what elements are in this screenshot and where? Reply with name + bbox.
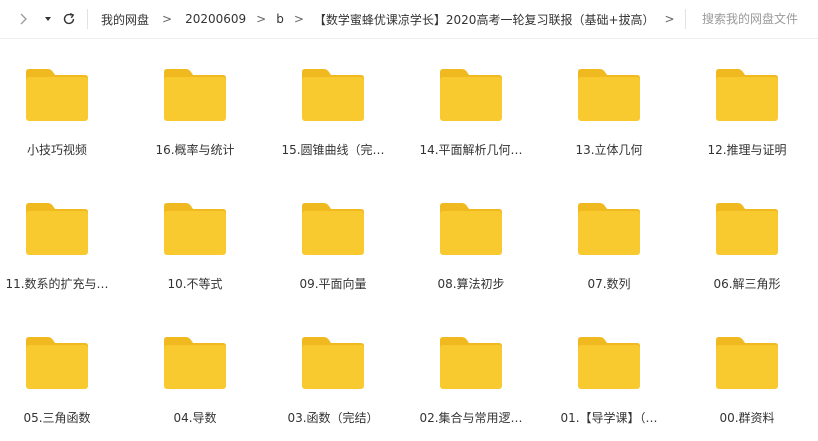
search-input[interactable] (696, 9, 817, 29)
folder-item[interactable]: 15.圆锥曲线（完… (264, 39, 402, 173)
folder-item[interactable]: 03.函数（完结） (264, 307, 402, 441)
folder-name: 03.函数（完结） (287, 411, 379, 425)
folder-name: 08.算法初步 (437, 277, 505, 291)
folder-name: 14.平面解析几何… (419, 143, 523, 157)
folder-icon (440, 69, 502, 121)
folder-name: 小技巧视频 (26, 143, 87, 157)
folder-icon (440, 337, 502, 389)
folder-icon (578, 203, 640, 255)
caret-down-icon (44, 16, 52, 22)
folder-item[interactable]: 10.不等式 (126, 173, 264, 307)
toolbar-divider (87, 9, 88, 29)
search-divider (685, 9, 686, 29)
toolbar: 我的网盘 > 20200609 > b > 【数学蜜蜂优课凉学长】2020高考一… (0, 0, 818, 39)
folder-grid: 小技巧视频 16.概率与统计 15.圆锥曲线（完… 14.平面解析几何… 13.立体几何… (0, 39, 806, 441)
breadcrumb-separator: > (293, 12, 304, 26)
folder-name: 02.集合与常用逻… (419, 411, 523, 425)
folder-icon (716, 69, 778, 121)
folder-item[interactable]: 00.群资料 (678, 307, 816, 441)
folder-item[interactable]: 16.概率与统计 (126, 39, 264, 173)
breadcrumb-separator: > (664, 12, 675, 26)
folder-name: 06.解三角形 (713, 277, 781, 291)
breadcrumb-item-b[interactable]: b (275, 12, 285, 26)
folder-item[interactable]: 12.推理与证明 (678, 39, 816, 173)
breadcrumb: 我的网盘 > 20200609 > b > 【数学蜜蜂优课凉学长】2020高考一… (100, 0, 678, 38)
folder-item[interactable]: 11.数系的扩充与… (0, 173, 126, 307)
folder-icon (716, 203, 778, 255)
folder-name: 10.不等式 (167, 277, 223, 291)
folder-icon (578, 69, 640, 121)
folder-name: 11.数系的扩充与… (5, 277, 109, 291)
folder-name: 12.推理与证明 (707, 143, 787, 157)
breadcrumb-separator: > (256, 12, 267, 26)
breadcrumb-item-date[interactable]: 20200609 (184, 12, 247, 26)
folder-name: 16.概率与统计 (155, 143, 235, 157)
breadcrumb-separator: > (162, 12, 173, 26)
folder-icon (26, 337, 88, 389)
folder-icon (302, 69, 364, 121)
folder-item[interactable]: 13.立体几何 (540, 39, 678, 173)
folder-icon (164, 337, 226, 389)
breadcrumb-item-root[interactable]: 我的网盘 (100, 11, 150, 28)
folder-icon (26, 69, 88, 121)
folder-icon (26, 203, 88, 255)
folder-icon (716, 337, 778, 389)
folder-icon (302, 337, 364, 389)
folder-item[interactable]: 09.平面向量 (264, 173, 402, 307)
folder-icon (164, 203, 226, 255)
folder-item[interactable]: 14.平面解析几何… (402, 39, 540, 173)
breadcrumb-item-current[interactable]: 【数学蜜蜂优课凉学长】2020高考一轮复习联报（基础+拔高） (313, 11, 656, 28)
folder-item[interactable]: 01.【导学课】（… (540, 307, 678, 441)
folder-name: 13.立体几何 (575, 143, 643, 157)
folder-item[interactable]: 06.解三角形 (678, 173, 816, 307)
folder-icon (164, 69, 226, 121)
folder-name: 01.【导学课】（… (560, 411, 658, 425)
folder-item[interactable]: 小技巧视频 (0, 39, 126, 173)
folder-name: 07.数列 (587, 277, 631, 291)
chevron-left-icon (18, 12, 28, 26)
back-button[interactable] (14, 9, 32, 29)
folder-name: 04.导数 (173, 411, 217, 425)
refresh-button[interactable] (60, 9, 78, 29)
refresh-icon (62, 12, 76, 26)
folder-name: 09.平面向量 (299, 277, 367, 291)
folder-icon (440, 203, 502, 255)
history-dropdown-button[interactable] (39, 9, 57, 29)
folder-item[interactable]: 07.数列 (540, 173, 678, 307)
folder-icon (302, 203, 364, 255)
folder-name: 00.群资料 (719, 411, 775, 425)
folder-name: 05.三角函数 (23, 411, 91, 425)
folder-name: 15.圆锥曲线（完… (281, 143, 385, 157)
folder-item[interactable]: 08.算法初步 (402, 173, 540, 307)
folder-item[interactable]: 04.导数 (126, 307, 264, 441)
folder-icon (578, 337, 640, 389)
folder-item[interactable]: 02.集合与常用逻… (402, 307, 540, 441)
folder-item[interactable]: 05.三角函数 (0, 307, 126, 441)
